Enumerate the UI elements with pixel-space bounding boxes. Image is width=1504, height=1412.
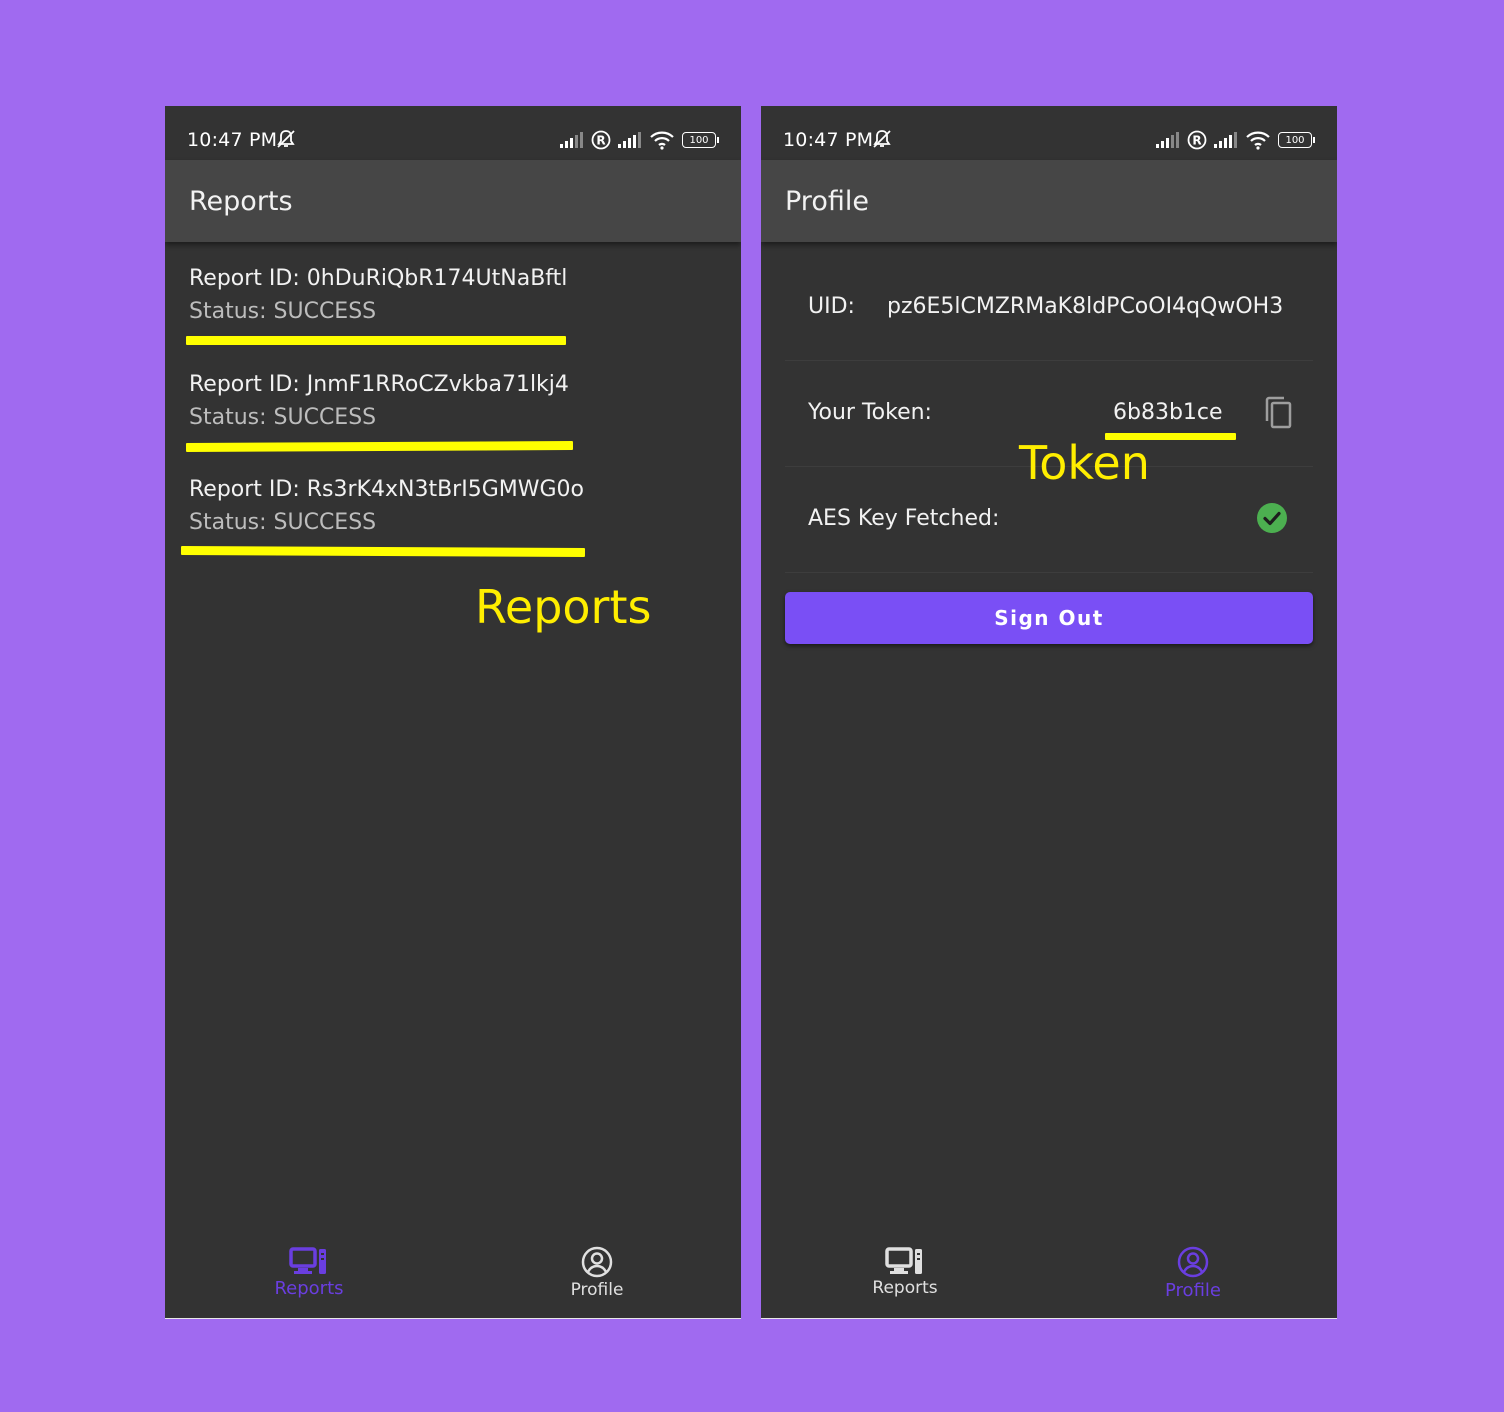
highlight-underline — [185, 440, 574, 453]
report-list-item[interactable]: Report ID: JnmF1RRoCZvkba71lkj4 Status: … — [189, 372, 569, 430]
copy-icon[interactable] — [1263, 396, 1293, 430]
annotation-label: Reports — [475, 580, 652, 634]
report-status: Status: SUCCESS — [189, 405, 377, 430]
nav-reports-label: Reports — [274, 1278, 344, 1299]
report-status: Status: SUCCESS — [189, 299, 377, 324]
token-label: Your Token: — [808, 400, 932, 425]
status-time: 10:47 PM — [187, 129, 278, 151]
mute-icon — [277, 130, 295, 148]
registered-icon: R — [1187, 130, 1207, 150]
signal-icon — [1214, 132, 1237, 148]
mute-icon — [873, 130, 891, 148]
report-id: Report ID: JnmF1RRoCZvkba71lkj4 — [189, 372, 569, 397]
nav-profile-label: Profile — [1165, 1280, 1221, 1301]
bottom-navigation: Reports Profile — [165, 1236, 741, 1318]
svg-text:R: R — [596, 134, 605, 148]
status-icons: R 100 — [560, 130, 719, 150]
report-list-item[interactable]: Report ID: 0hDuRiQbR174UtNaBftl Status: … — [189, 266, 567, 324]
status-bar: 10:47 PM R 100 — [165, 106, 741, 160]
nav-profile[interactable]: Profile — [1113, 1236, 1273, 1318]
status-bar: 10:47 PM R 100 — [761, 106, 1337, 160]
nav-profile-label: Profile — [570, 1280, 624, 1300]
highlight-underline — [180, 545, 586, 558]
account-circle-icon — [581, 1246, 613, 1278]
aes-row: AES Key Fetched: — [785, 466, 1313, 573]
registered-icon: R — [591, 130, 611, 150]
nav-reports-label: Reports — [872, 1278, 938, 1298]
battery-icon: 100 — [1278, 132, 1315, 148]
bottom-navigation: Reports Profile — [761, 1236, 1337, 1318]
wifi-icon — [650, 131, 674, 150]
app-bar: Reports — [165, 160, 741, 242]
svg-text:R: R — [1192, 134, 1201, 148]
wifi-icon — [1246, 131, 1270, 150]
report-status: Status: SUCCESS — [189, 510, 377, 535]
aes-label: AES Key Fetched: — [808, 506, 1000, 531]
nav-profile[interactable]: Profile — [517, 1236, 677, 1318]
report-list-item[interactable]: Report ID: Rs3rK4xN3tBrI5GMWG0o Status: … — [189, 477, 584, 535]
uid-row: UID: pz6E5lCMZRMaK8ldPCoOI4qQwOH3 — [785, 254, 1313, 361]
token-value: 6b83b1ce — [1113, 400, 1223, 425]
battery-level: 100 — [689, 134, 709, 146]
page-title: Reports — [189, 186, 293, 217]
reports-screen: 10:47 PM R 100 Reports Report ID: 0hDuRi… — [165, 106, 741, 1319]
profile-screen: 10:47 PM R 100 Profile UID: pz6E5lCMZRMa… — [761, 106, 1337, 1319]
signal-icon — [560, 132, 583, 148]
report-id: Report ID: Rs3rK4xN3tBrI5GMWG0o — [189, 477, 584, 502]
signal-icon — [618, 132, 641, 148]
account-circle-icon — [1177, 1246, 1209, 1278]
app-bar: Profile — [761, 160, 1337, 242]
check-circle-icon — [1257, 503, 1287, 533]
signal-icon — [1156, 132, 1179, 148]
status-icons: R 100 — [1156, 130, 1315, 150]
nav-reports[interactable]: Reports — [229, 1236, 389, 1318]
nav-reports[interactable]: Reports — [825, 1236, 985, 1318]
computer-icon — [289, 1247, 326, 1274]
uid-label: UID: — [808, 294, 855, 319]
uid-value: pz6E5lCMZRMaK8ldPCoOI4qQwOH3 — [887, 294, 1284, 319]
battery-icon: 100 — [682, 132, 719, 148]
status-time: 10:47 PM — [783, 129, 874, 151]
highlight-underline — [186, 336, 566, 345]
computer-icon — [885, 1247, 922, 1274]
sign-out-button[interactable]: Sign Out — [785, 592, 1313, 644]
page-title: Profile — [785, 186, 869, 217]
report-id: Report ID: 0hDuRiQbR174UtNaBftl — [189, 266, 568, 291]
battery-level: 100 — [1285, 134, 1305, 146]
